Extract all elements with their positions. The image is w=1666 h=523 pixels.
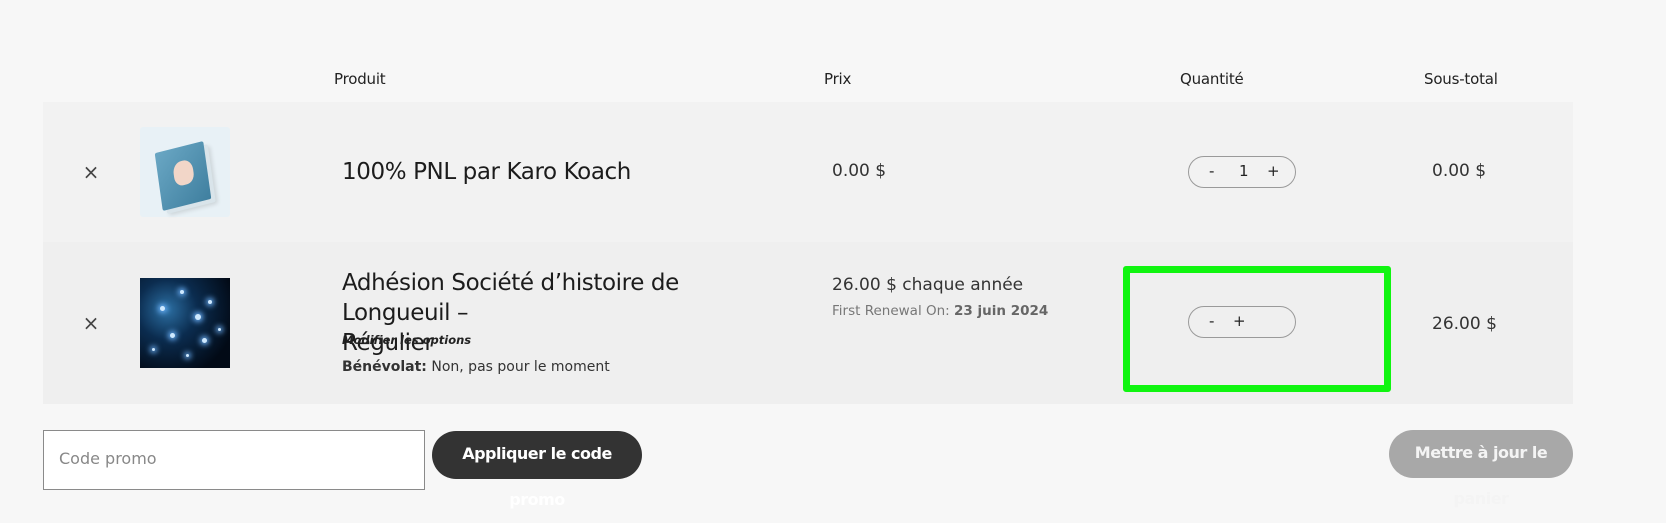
- product-title-2-line1[interactable]: Adhésion Société d’histoire de Longueuil…: [342, 268, 782, 328]
- product-thumbnail-1[interactable]: [140, 127, 230, 217]
- subtotal-2: 26.00 $: [1432, 314, 1497, 334]
- quantity-stepper-1[interactable]: - 1 +: [1188, 156, 1296, 188]
- qty-minus-button-1[interactable]: -: [1209, 162, 1214, 180]
- remove-item-1-close-icon[interactable]: ×: [81, 162, 101, 182]
- volunteer-meta: Bénévolat: Non, pas pour le moment: [342, 359, 610, 375]
- price-1: 0.00 $: [832, 161, 887, 181]
- update-cart-button[interactable]: Mettre à jour le panier: [1389, 430, 1573, 508]
- qty-value-1[interactable]: 1: [1239, 162, 1249, 180]
- subtotal-1: 0.00 $: [1432, 161, 1487, 181]
- book-cover-icon: [154, 141, 212, 211]
- header-quantity: Quantité: [1180, 70, 1244, 88]
- product-title-1[interactable]: 100% PNL par Karo Koach: [342, 157, 631, 187]
- header-product: Produit: [334, 70, 386, 88]
- qty-plus-button-1[interactable]: +: [1267, 162, 1280, 180]
- remove-item-2-close-icon[interactable]: ×: [81, 313, 101, 333]
- apply-promo-button[interactable]: Appliquer le code promo: [432, 431, 642, 509]
- renewal-date: 23 juin 2024: [954, 303, 1049, 319]
- promo-code-input[interactable]: Code promo: [43, 430, 425, 490]
- renewal-info: First Renewal On: 23 juin 2024: [832, 303, 1048, 319]
- price-2: 26.00 $ chaque année: [832, 275, 1024, 295]
- cart-row-1: [43, 102, 1573, 242]
- header-subtotal: Sous-total: [1424, 70, 1498, 88]
- highlight-box: [1123, 266, 1391, 392]
- header-price: Prix: [824, 70, 852, 88]
- edit-options-link[interactable]: Modifier les options: [342, 333, 471, 347]
- volunteer-label: Bénévolat:: [342, 359, 427, 375]
- volunteer-value: Non, pas pour le moment: [431, 359, 610, 375]
- product-thumbnail-2[interactable]: [140, 278, 230, 368]
- renewal-label: First Renewal On:: [832, 303, 950, 319]
